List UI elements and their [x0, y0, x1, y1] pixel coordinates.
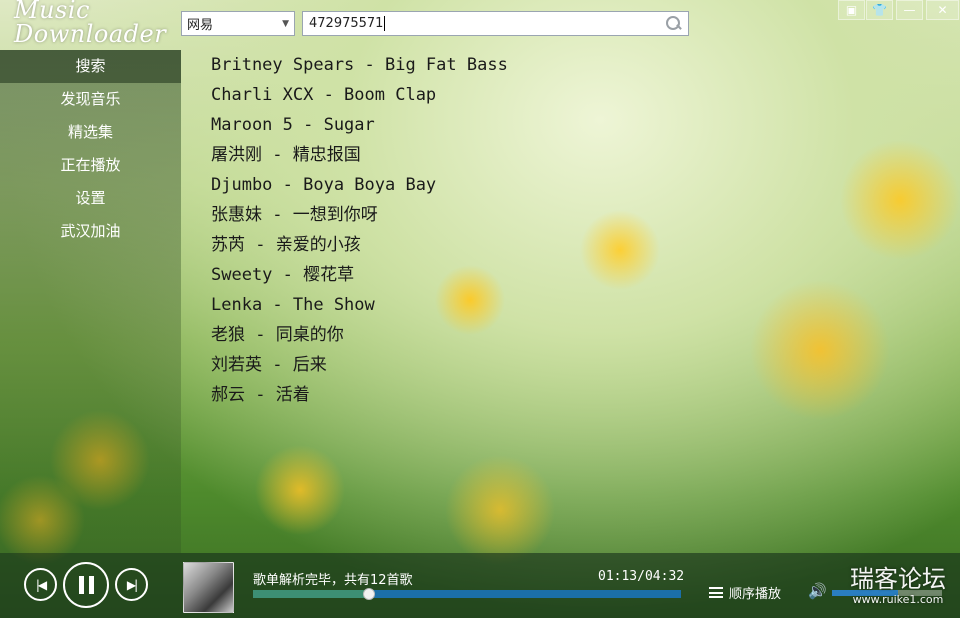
song-item[interactable]: Lenka - The Show — [211, 290, 611, 320]
sidebar: 搜索 发现音乐 精选集 正在播放 设置 武汉加油 — [0, 50, 181, 553]
sidebar-item-discover[interactable]: 发现音乐 — [0, 83, 181, 116]
song-item[interactable]: 老狼 - 同桌的你 — [211, 320, 611, 350]
next-button[interactable]: ▶| — [115, 568, 148, 601]
watermark: 瑞客论坛 www.ruike1.com — [838, 565, 958, 615]
title-bar: Music Downloader 网易 ▼ 472975571 ▣ 👕 — ✕ — [0, 0, 960, 50]
song-item[interactable]: Charli XCX - Boom Clap — [211, 80, 611, 110]
sidebar-item-search[interactable]: 搜索 — [0, 50, 181, 83]
sidebar-item-wuhan[interactable]: 武汉加油 — [0, 215, 181, 248]
play-mode-button[interactable]: 顺序播放 — [709, 583, 781, 602]
previous-button[interactable]: |◀ — [24, 568, 57, 601]
song-item[interactable]: 屠洪刚 - 精忠报国 — [211, 140, 611, 170]
search-input-value: 472975571 — [309, 16, 384, 31]
song-item[interactable]: 张惠妹 - 一想到你呀 — [211, 200, 611, 230]
chevron-down-icon: ▼ — [282, 18, 289, 29]
minimize-button[interactable]: — — [896, 0, 923, 20]
progress-handle[interactable] — [362, 588, 375, 600]
watermark-url: www.ruike1.com — [852, 593, 944, 606]
player-bar: |◀ ▶| 歌单解析完毕，共有12首歌 01:13/04:32 顺序播放 🔊 — [0, 553, 960, 618]
logo-line-2: Downloader — [14, 20, 167, 48]
progress-fill — [253, 590, 369, 598]
song-item[interactable]: Britney Spears - Big Fat Bass — [211, 50, 611, 80]
close-icon: ✕ — [937, 3, 948, 17]
song-item[interactable]: Djumbo - Boya Boya Bay — [211, 170, 611, 200]
volume-icon[interactable]: 🔊 — [808, 582, 827, 600]
skin-button[interactable]: 👕 — [866, 0, 893, 20]
song-item[interactable]: 郝云 - 活着 — [211, 380, 611, 410]
logo-line-1: Music — [14, 0, 90, 24]
song-item[interactable]: 苏芮 - 亲爱的小孩 — [211, 230, 611, 260]
source-select[interactable]: 网易 ▼ — [181, 11, 295, 36]
close-button[interactable]: ✕ — [926, 0, 959, 20]
play-pause-button[interactable] — [63, 562, 109, 608]
progress-bar[interactable] — [253, 588, 681, 600]
play-mode-label: 顺序播放 — [729, 587, 782, 602]
sidebar-item-settings[interactable]: 设置 — [0, 182, 181, 215]
mini-mode-icon: ▣ — [845, 3, 858, 17]
song-list: Britney Spears - Big Fat Bass Charli XCX… — [211, 50, 611, 410]
shirt-icon: 👕 — [872, 3, 887, 17]
app-logo: Music Downloader — [14, 0, 174, 46]
song-item[interactable]: Sweety - 樱花草 — [211, 260, 611, 290]
status-text: 歌单解析完毕，共有12首歌 — [253, 573, 413, 588]
sidebar-item-featured[interactable]: 精选集 — [0, 116, 181, 149]
skip-next-icon: ▶| — [126, 577, 138, 592]
song-item[interactable]: 刘若英 - 后来 — [211, 350, 611, 380]
song-item[interactable]: Maroon 5 - Sugar — [211, 110, 611, 140]
search-input[interactable]: 472975571 — [302, 11, 689, 36]
minimize-icon: — — [903, 3, 916, 17]
playback-time: 01:13/04:32 — [598, 569, 685, 584]
search-icon[interactable] — [664, 15, 682, 33]
text-caret — [384, 16, 386, 31]
list-icon — [709, 587, 723, 598]
mini-mode-button[interactable]: ▣ — [838, 0, 865, 20]
skip-previous-icon: |◀ — [35, 577, 47, 592]
source-select-value: 网易 — [187, 18, 214, 33]
pause-icon — [78, 576, 94, 594]
album-art[interactable] — [183, 562, 234, 613]
watermark-title: 瑞客论坛 — [850, 565, 946, 593]
sidebar-item-now-playing[interactable]: 正在播放 — [0, 149, 181, 182]
